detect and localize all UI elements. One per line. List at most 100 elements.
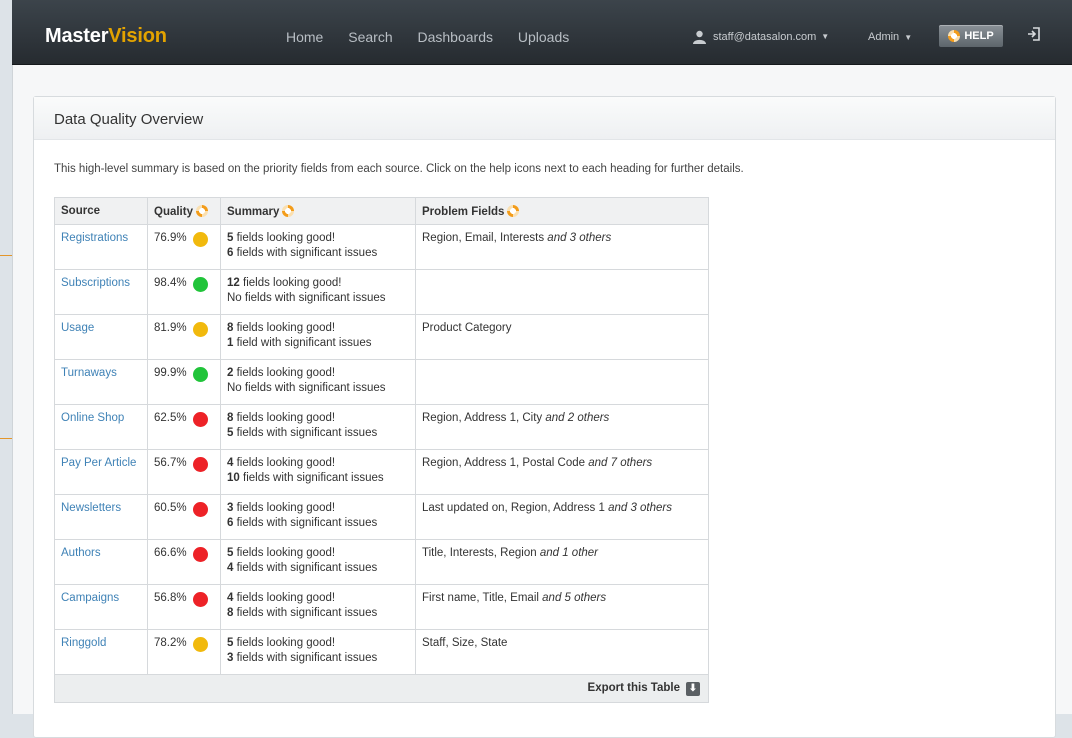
problem-fields-cell: Region, Address 1, City and 2 others [415,404,709,450]
nav-dashboards[interactable]: Dashboards [418,29,494,45]
help-icon[interactable] [282,204,295,217]
issue-fields-line: No fields with significant issues [227,382,386,394]
nav-search[interactable]: Search [348,29,392,45]
issue-fields-line: 3 fields with significant issues [227,652,378,664]
help-button[interactable]: HELP [939,25,1003,47]
summary-cell: 5 fields looking good! 6 fields with sign… [220,224,416,270]
good-fields-line: 12 fields looking good! [227,277,342,289]
help-label: HELP [964,30,994,42]
source-cell: Ringgold [54,629,148,675]
chevron-down-icon: ▼ [904,33,913,42]
main-content: Data Quality Overview This high-level su… [12,65,1072,738]
help-icon[interactable] [195,204,208,217]
quality-cell: 66.6% [147,539,221,585]
issue-fields-line: 10 fields with significant issues [227,472,384,484]
user-email: staff@datasalon.com [713,31,817,43]
quality-value: 56.7% [154,457,187,469]
source-link[interactable]: Subscriptions [61,277,130,289]
problem-fields-cell: Product Category [415,314,709,360]
source-cell: Usage [54,314,148,360]
admin-menu[interactable]: Admin ▼ [868,29,912,46]
main-nav: Home Search Dashboards Uploads [286,29,590,45]
brand-logo[interactable]: MasterVision [45,24,167,48]
status-dot-red [192,412,208,427]
quality-cell: 76.9% [147,224,221,270]
quality-value: 62.5% [154,412,187,424]
quality-cell: 98.4% [147,269,221,315]
nav-home[interactable]: Home [286,29,323,45]
source-cell: Pay Per Article [54,449,148,495]
source-link[interactable]: Newsletters [61,502,121,514]
good-fields-line: 5 fields looking good! [227,637,336,649]
logout-icon [1028,27,1040,41]
source-link[interactable]: Usage [61,322,94,334]
problem-fields-cell: Last updated on, Region, Address 1 and 3… [415,494,709,540]
logout-button[interactable] [1027,26,1041,45]
status-dot-red [192,592,208,607]
export-table-button[interactable]: Export this Table ⬇ [588,681,700,696]
quality-value: 56.8% [154,592,187,604]
quality-cell: 99.9% [147,359,221,405]
issue-fields-line: 6 fields with significant issues [227,517,378,529]
quality-value: 81.9% [154,322,187,334]
good-fields-line: 5 fields looking good! [227,232,336,244]
table-row: Registrations 76.9% 5 fields looking good!… [54,224,709,270]
good-fields-line: 4 fields looking good! [227,592,336,604]
source-link[interactable]: Pay Per Article [61,457,136,469]
status-dot-green [192,367,208,382]
table-row: Usage 81.9% 8 fields looking good! 1 field … [54,314,709,360]
issue-fields-line: 8 fields with significant issues [227,607,378,619]
good-fields-line: 2 fields looking good! [227,367,336,379]
col-source: Source [54,197,148,225]
quality-cell: 81.9% [147,314,221,360]
quality-table: Source Quality Summary Problem Fields Re… [54,197,709,703]
table-row: Newsletters 60.5% 3 fields looking good! 6 … [54,494,709,540]
good-fields-line: 4 fields looking good! [227,457,336,469]
summary-cell: 5 fields looking good! 4 fields with sign… [220,539,416,585]
source-link[interactable]: Authors [61,547,101,559]
col-quality: Quality [147,197,221,225]
problem-fields-cell [415,359,709,405]
good-fields-line: 8 fields looking good! [227,412,336,424]
source-cell: Authors [54,539,148,585]
panel-header: Data Quality Overview [34,97,1055,140]
intro-text: This high-level summary is based on the … [54,163,744,175]
col-summary: Summary [220,197,416,225]
source-cell: Subscriptions [54,269,148,315]
source-link[interactable]: Registrations [61,232,128,244]
problem-fields-cell [415,269,709,315]
source-link[interactable]: Ringgold [61,637,106,649]
status-dot-yellow [192,232,208,247]
quality-value: 78.2% [154,637,187,649]
source-cell: Campaigns [54,584,148,630]
table-row: Online Shop 62.5% 8 fields looking good! 5 … [54,404,709,450]
status-dot-red [192,502,208,517]
problem-fields-cell: First name, Title, Email and 5 others [415,584,709,630]
help-icon[interactable] [507,204,520,217]
chevron-down-icon: ▼ [821,32,830,41]
export-label: Export this Table [587,682,680,694]
source-link[interactable]: Campaigns [61,592,119,604]
source-link[interactable]: Online Shop [61,412,124,424]
quality-cell: 78.2% [147,629,221,675]
summary-cell: 4 fields looking good! 10 fields with sig… [220,449,416,495]
download-icon: ⬇ [686,681,700,696]
table-row: Ringgold 78.2% 5 fields looking good! 3 fie… [54,629,709,675]
user-icon [693,30,706,44]
quality-cell: 62.5% [147,404,221,450]
summary-cell: 8 fields looking good! 5 fields with sign… [220,404,416,450]
quality-cell: 56.8% [147,584,221,630]
table-row: Authors 66.6% 5 fields looking good! 4 fiel… [54,539,709,585]
status-dot-yellow [192,322,208,337]
nav-uploads[interactable]: Uploads [518,29,569,45]
table-row: Campaigns 56.8% 4 fields looking good! 8 fi… [54,584,709,630]
help-icon [948,30,961,42]
summary-cell: 4 fields looking good! 8 fields with sign… [220,584,416,630]
table-row: Turnaways 99.9% 2 fields looking good! No f… [54,359,709,405]
summary-cell: 12 fields looking good! No fields with si… [220,269,416,315]
issue-fields-line: No fields with significant issues [227,292,386,304]
status-dot-red [192,547,208,562]
user-menu[interactable]: staff@datasalon.com ▼ [693,29,829,45]
source-link[interactable]: Turnaways [61,367,117,379]
summary-cell: 2 fields looking good! No fields with sig… [220,359,416,405]
